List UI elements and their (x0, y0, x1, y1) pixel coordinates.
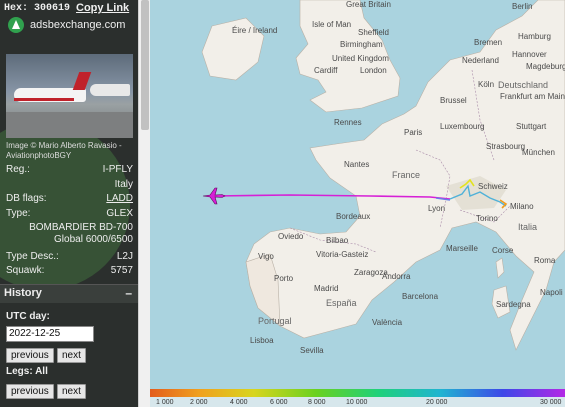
label-valencia: València (372, 318, 403, 327)
label-marseille: Marseille (446, 244, 479, 253)
history-title: History (4, 287, 42, 299)
label-madrid: Madrid (314, 284, 339, 293)
map[interactable]: Great Britain Éire / Ireland United King… (150, 0, 565, 407)
label-zaragoza: Zaragoza (354, 268, 388, 277)
label-magdeburg: Magdeburg (526, 62, 565, 71)
label-nantes: Nantes (344, 160, 370, 169)
label-sheffield: Sheffield (358, 28, 389, 37)
adsbx-logo-icon (8, 17, 24, 33)
scale-tick: 10 000 (346, 399, 368, 406)
label-roma: Roma (534, 256, 556, 265)
airplane-icon[interactable] (202, 186, 226, 206)
info-label: Type: (6, 208, 31, 219)
label-oviedo: Oviedo (278, 232, 304, 241)
label-koln: Köln (478, 80, 495, 89)
label-deutschland: Deutschland (498, 80, 549, 90)
label-birmingham: Birmingham (340, 40, 383, 49)
label-bordeaux: Bordeaux (336, 212, 371, 221)
label-sevilla: Sevilla (300, 346, 324, 355)
label-isle-of-man: Isle of Man (312, 20, 352, 29)
label-berlin: Berlin (512, 2, 533, 11)
info-value: Global 6000/6500 (54, 234, 133, 245)
label-bremen: Bremen (474, 38, 503, 47)
info-value: Italy (114, 179, 133, 190)
label-rennes: Rennes (334, 118, 362, 127)
photo-credit: Image © Mario Alberto Ravasio - Aviation… (6, 141, 122, 160)
collapse-icon[interactable]: – (125, 286, 132, 300)
label-lisboa: Lisboa (250, 336, 274, 345)
ladd-link[interactable]: LADD (106, 193, 133, 204)
info-value: 5757 (110, 265, 133, 276)
sidebar: Hex: 300619 Copy Link adsbexchange.com I… (0, 0, 138, 407)
label-portugal: Portugal (258, 316, 292, 326)
scale-tick: 30 000 (540, 399, 562, 406)
previous-leg-button[interactable]: previous (6, 384, 54, 399)
label-eire: Éire / Ireland (232, 26, 278, 35)
hex-label: Hex: 300619 (4, 3, 71, 14)
label-luxembourg: Luxembourg (440, 122, 485, 131)
label-schweiz: Schweiz (478, 182, 508, 191)
photo-jet-secondary (90, 84, 130, 96)
label-strasbourg: Strasbourg (486, 142, 526, 151)
label-hannover: Hannover (512, 50, 547, 59)
label-frankfurt: Frankfurt am Main (500, 92, 565, 101)
label-italia: Italia (518, 222, 538, 232)
scale-tick: 8 000 (308, 399, 326, 406)
utc-day-label: UTC day: (6, 311, 50, 322)
label-napoli: Napoli (540, 288, 563, 297)
site-row[interactable]: adsbexchange.com (8, 17, 125, 33)
label-nederland: Nederland (462, 56, 499, 65)
next-leg-button[interactable]: next (57, 384, 86, 399)
label-milano: Milano (510, 202, 534, 211)
label-torino: Torino (476, 214, 498, 223)
label-united-kingdom: United Kingdom (332, 54, 389, 63)
scrollbar-thumb[interactable] (141, 0, 149, 130)
info-value: BOMBARDIER BD-700 (29, 222, 133, 233)
next-day-button[interactable]: next (57, 348, 86, 363)
scale-tick: 20 000 (426, 399, 448, 406)
scale-tick: 6 000 (270, 399, 288, 406)
info-value: L2J (116, 251, 133, 262)
legs-label: Legs: All (6, 366, 48, 377)
photo-ground (6, 112, 133, 138)
label-sardegna: Sardegna (496, 300, 531, 309)
label-vigo: Vigo (258, 252, 274, 261)
info-value: GLEX (106, 208, 133, 219)
label-london: London (360, 66, 387, 75)
label-lyon: Lyon (428, 204, 446, 213)
label-cardiff: Cardiff (314, 66, 338, 75)
label-espana: España (326, 298, 357, 308)
altitude-gradient (150, 389, 565, 397)
info-label: Squawk: (6, 265, 45, 276)
label-vitoria: Vitoria-Gasteiz (316, 250, 369, 259)
label-brussel: Brussel (440, 96, 467, 105)
info-label: Type Desc.: (6, 251, 59, 262)
site-name[interactable]: adsbexchange.com (30, 19, 125, 31)
previous-day-button[interactable]: previous (6, 348, 54, 363)
scale-tick: 4 000 (230, 399, 248, 406)
label-hamburg: Hamburg (518, 32, 551, 41)
copy-link[interactable]: Copy Link (76, 2, 129, 14)
info-label: Reg.: (6, 164, 30, 175)
aircraft-photo[interactable] (6, 54, 133, 138)
photo-jet-stripe (14, 98, 74, 101)
scale-tick: 2 000 (190, 399, 208, 406)
label-bilbao: Bilbao (326, 236, 349, 245)
label-paris: Paris (404, 128, 423, 137)
label-france: France (392, 170, 421, 180)
info-label: DB flags: (6, 193, 47, 204)
label-barcelona: Barcelona (402, 292, 439, 301)
altitude-scale: 1 000 2 000 4 000 6 000 8 000 10 000 20 … (150, 387, 565, 407)
photo-jet-tail (72, 72, 92, 90)
history-header[interactable]: History – (0, 284, 138, 303)
date-input[interactable]: 2022-12-25 (6, 326, 94, 342)
label-corse: Corse (492, 246, 514, 255)
label-great-britain: Great Britain (346, 0, 391, 9)
label-porto: Porto (274, 274, 294, 283)
info-value: I-PFLY (102, 164, 133, 175)
label-munchen: München (522, 148, 555, 157)
scale-tick: 1 000 (156, 399, 174, 406)
label-stuttgart: Stuttgart (516, 122, 547, 131)
